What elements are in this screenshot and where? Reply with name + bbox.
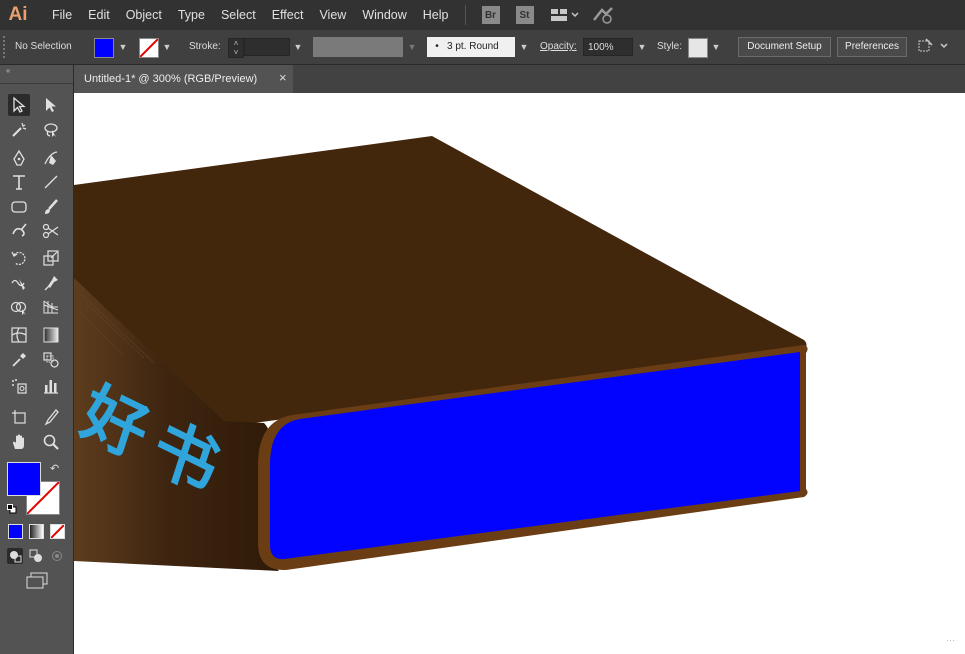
rectangle-tool[interactable] (8, 196, 30, 218)
fill-color-box[interactable] (7, 462, 41, 496)
tools-panel: « ↶ (0, 65, 74, 654)
menu-file[interactable]: File (44, 8, 80, 22)
scale-tool[interactable] (40, 247, 62, 269)
illustrator-logo: Ai (8, 4, 28, 25)
none-mode-button[interactable] (50, 524, 65, 539)
zoom-tool[interactable] (40, 431, 62, 453)
eyedropper-tool[interactable] (8, 349, 30, 371)
preferences-button[interactable]: Preferences (837, 37, 907, 57)
perspective-grid-tool[interactable] (40, 296, 62, 318)
stroke-dropdown-icon[interactable]: ▼ (161, 38, 173, 56)
draw-normal-icon[interactable] (7, 548, 23, 564)
lasso-tool[interactable] (40, 119, 62, 141)
document-setup-button[interactable]: Document Setup (738, 37, 831, 57)
menu-help[interactable]: Help (415, 8, 457, 22)
stroke-label: Stroke: (189, 41, 221, 52)
symbol-sprayer-tool[interactable] (8, 375, 30, 397)
tools-panel-header (0, 75, 73, 84)
shaper-tool[interactable] (8, 220, 30, 242)
gpu-performance-icon[interactable] (592, 6, 614, 24)
menu-select[interactable]: Select (213, 8, 264, 22)
screen-mode-icon[interactable] (25, 572, 49, 590)
direct-selection-tool[interactable] (40, 94, 62, 116)
brush-dropdown-icon[interactable]: ▼ (518, 38, 530, 56)
profile-dropdown-icon[interactable]: ▼ (406, 38, 418, 56)
menu-window[interactable]: Window (354, 8, 414, 22)
opacity-label: Opacity: (540, 41, 577, 52)
arrange-documents-icon[interactable] (550, 7, 580, 23)
shape-builder-tool[interactable] (8, 296, 30, 318)
column-graph-tool[interactable] (40, 375, 62, 397)
style-dropdown-icon[interactable]: ▼ (710, 38, 722, 56)
menu-edit[interactable]: Edit (80, 8, 118, 22)
artboard-tool[interactable] (8, 406, 30, 428)
hand-tool[interactable] (8, 431, 30, 453)
gradient-tool[interactable] (40, 324, 62, 346)
graphic-style-swatch[interactable] (688, 38, 708, 58)
bridge-button[interactable]: Br (481, 6, 500, 24)
brush-dot-icon: • (435, 41, 439, 52)
document-tab[interactable]: Untitled-1* @ 300% (RGB/Preview) × (74, 65, 293, 93)
scissors-tool[interactable] (40, 220, 62, 242)
color-mode-button[interactable] (8, 524, 23, 539)
blend-tool[interactable] (40, 349, 62, 371)
brush-name: 3 pt. Round (447, 41, 499, 52)
stroke-weight-stepper[interactable]: ˄ ˅ (228, 38, 244, 58)
mesh-tool[interactable] (8, 324, 30, 346)
menu-object[interactable]: Object (118, 8, 170, 22)
selection-tool[interactable] (8, 94, 30, 116)
book-artwork: 好书 (74, 136, 808, 571)
warp-tool[interactable] (8, 272, 30, 294)
control-bar-grip (3, 36, 9, 58)
selection-status: No Selection (15, 41, 72, 52)
puppet-warp-tool[interactable] (40, 272, 62, 294)
menu-type[interactable]: Type (170, 8, 213, 22)
document-tab-title: Untitled-1* @ 300% (RGB/Preview) (84, 73, 258, 85)
pen-tool[interactable] (8, 147, 30, 169)
stroke-weight-dropdown-icon[interactable]: ▼ (292, 38, 304, 56)
menu-view[interactable]: View (311, 8, 354, 22)
menu-effect[interactable]: Effect (264, 8, 312, 22)
control-bar: No Selection ▼ ▼ Stroke: ˄ ˅ ▼ ▼ • 3 pt. … (0, 30, 965, 65)
arrange-align-icon[interactable] (916, 36, 950, 61)
opacity-input[interactable]: 100% (583, 38, 633, 56)
document-tab-bar: Untitled-1* @ 300% (RGB/Preview) × (74, 65, 965, 93)
close-tab-icon[interactable]: × (279, 70, 287, 85)
artboard-canvas[interactable]: 好书 ⋯ (74, 93, 965, 654)
line-tool[interactable] (40, 171, 62, 193)
magic-wand-tool[interactable] (8, 119, 30, 141)
paintbrush-tool[interactable] (40, 196, 62, 218)
draw-behind-icon[interactable] (28, 548, 44, 564)
slice-tool[interactable] (40, 406, 62, 428)
curvature-tool[interactable] (40, 147, 62, 169)
opacity-dropdown-icon[interactable]: ▼ (636, 38, 648, 56)
canvas-corner-icon: ⋯ (946, 635, 955, 645)
variable-width-profile[interactable] (313, 37, 403, 57)
default-fill-stroke-icon[interactable] (7, 501, 17, 514)
menu-separator (464, 5, 466, 25)
stock-button[interactable]: St (515, 6, 534, 24)
rotate-tool[interactable] (8, 247, 30, 269)
collapse-panel-icon[interactable]: « (6, 66, 10, 75)
type-tool[interactable] (8, 171, 30, 193)
brush-definition[interactable]: • 3 pt. Round (427, 37, 515, 57)
fill-swatch[interactable] (94, 38, 114, 58)
stroke-weight-input[interactable] (244, 38, 290, 56)
menu-bar: Ai File Edit Object Type Select Effect V… (0, 0, 965, 30)
gradient-mode-button[interactable] (29, 524, 44, 539)
swap-fill-stroke-icon[interactable]: ↶ (50, 462, 59, 475)
fill-dropdown-icon[interactable]: ▼ (117, 38, 129, 56)
style-label: Style: (657, 41, 683, 52)
stroke-none-swatch[interactable] (139, 38, 159, 58)
draw-inside-icon[interactable] (49, 548, 65, 564)
